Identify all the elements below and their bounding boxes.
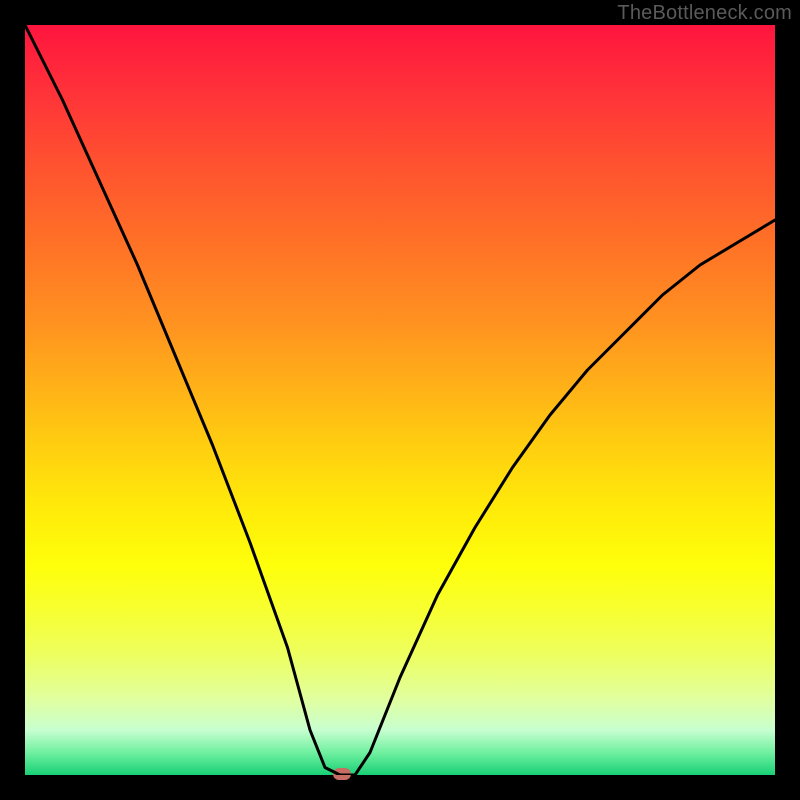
plot-area <box>25 25 775 775</box>
watermark-text: TheBottleneck.com <box>617 2 792 25</box>
bottleneck-curve <box>25 25 775 775</box>
chart-container: TheBottleneck.com <box>0 0 800 800</box>
